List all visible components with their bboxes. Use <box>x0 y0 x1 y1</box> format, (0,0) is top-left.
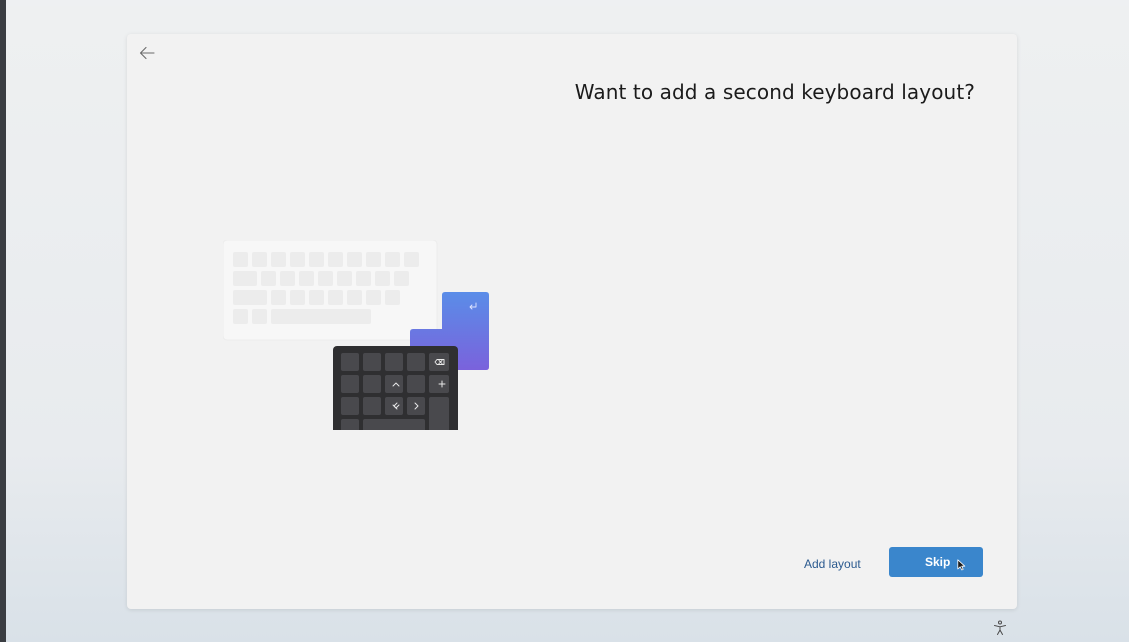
back-button[interactable] <box>136 42 158 64</box>
setup-dialog: Want to add a second keyboard layout? Ad… <box>127 34 1017 609</box>
add-layout-button[interactable]: Add layout <box>804 557 861 571</box>
skip-button-label: Skip <box>925 555 951 569</box>
accessibility-icon[interactable] <box>993 620 1007 636</box>
keyboard-illustration-icon <box>222 239 489 456</box>
page-title: Want to add a second keyboard layout? <box>574 80 975 104</box>
keyboard-illustration <box>222 239 493 456</box>
skip-button[interactable]: Skip <box>889 547 983 577</box>
mouse-cursor-icon <box>957 559 966 571</box>
back-arrow-icon <box>139 46 155 60</box>
